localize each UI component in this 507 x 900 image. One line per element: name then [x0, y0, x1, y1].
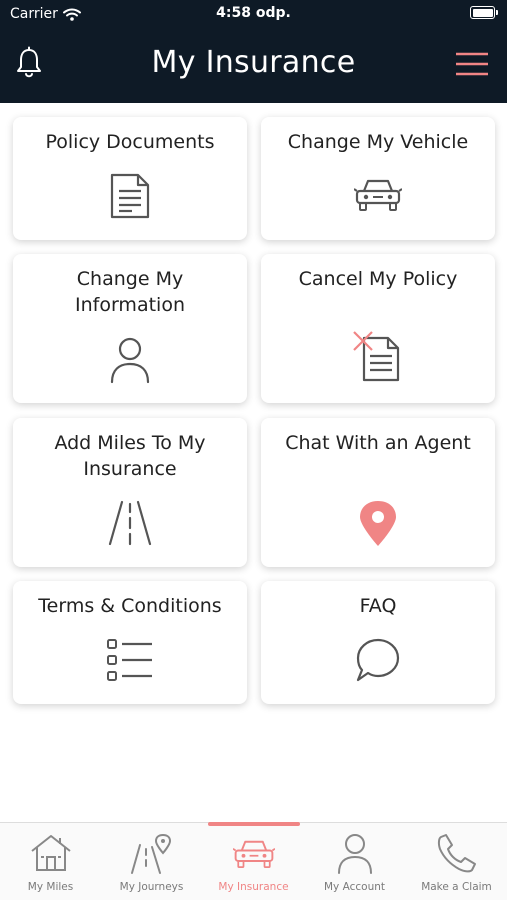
card-label: Add Miles To My Insurance [54, 432, 206, 480]
status-bar: Carrier 4:58 odp. [0, 0, 507, 28]
tab-label: Make a Claim [421, 881, 492, 893]
card-change-vehicle[interactable]: Change My Vehicle [261, 117, 495, 240]
tab-my-account[interactable]: My Account [304, 823, 405, 900]
battery-icon [470, 6, 498, 19]
tab-label: My Insurance [218, 881, 289, 893]
speech-bubble-icon [356, 638, 400, 682]
person-icon [337, 834, 372, 874]
page-title: My Insurance [151, 45, 356, 80]
app-header: Carrier 4:58 odp. My Insurance [0, 0, 507, 103]
card-policy-documents[interactable]: Policy Documents [13, 117, 247, 240]
person-icon [110, 337, 150, 384]
phone-icon [437, 834, 476, 873]
car-icon [232, 840, 275, 868]
status-time: 4:58 odp. [216, 5, 291, 21]
document-icon [110, 173, 150, 219]
card-faq[interactable]: FAQ [261, 581, 495, 704]
location-pin-icon [360, 501, 396, 546]
list-icon [107, 639, 152, 681]
card-label: Chat With an Agent [285, 432, 471, 454]
card-change-information[interactable]: Change My Information [13, 254, 247, 403]
card-label: Policy Documents [45, 131, 215, 153]
card-add-miles[interactable]: Add Miles To My Insurance [13, 418, 247, 567]
cancel-document-icon [353, 331, 400, 382]
card-cancel-policy[interactable]: Cancel My Policy [261, 254, 495, 403]
tab-my-journeys[interactable]: My Journeys [101, 823, 202, 900]
house-icon [30, 835, 71, 871]
card-label: FAQ [359, 595, 397, 617]
card-label: Cancel My Policy [298, 268, 458, 290]
card-label: Terms & Conditions [38, 595, 222, 617]
card-chat-agent[interactable]: Chat With an Agent [261, 418, 495, 567]
tab-label: My Account [323, 881, 385, 893]
bottom-tab-bar: My Miles My Journeys My Insurance My Acc… [0, 822, 507, 900]
tab-label: My Journeys [119, 881, 184, 893]
tab-make-claim[interactable]: Make a Claim [406, 823, 507, 900]
hamburger-menu-icon[interactable] [455, 52, 489, 76]
tab-my-miles[interactable]: My Miles [0, 823, 101, 900]
card-terms-conditions[interactable]: Terms & Conditions [13, 581, 247, 704]
tab-my-insurance[interactable]: My Insurance [203, 823, 304, 900]
card-label: Change My Vehicle [287, 131, 469, 153]
car-icon [354, 179, 402, 211]
card-label: Change My Information [75, 268, 185, 316]
journey-road-icon [130, 833, 171, 874]
road-icon [108, 500, 152, 546]
tab-label: My Miles [27, 881, 74, 893]
